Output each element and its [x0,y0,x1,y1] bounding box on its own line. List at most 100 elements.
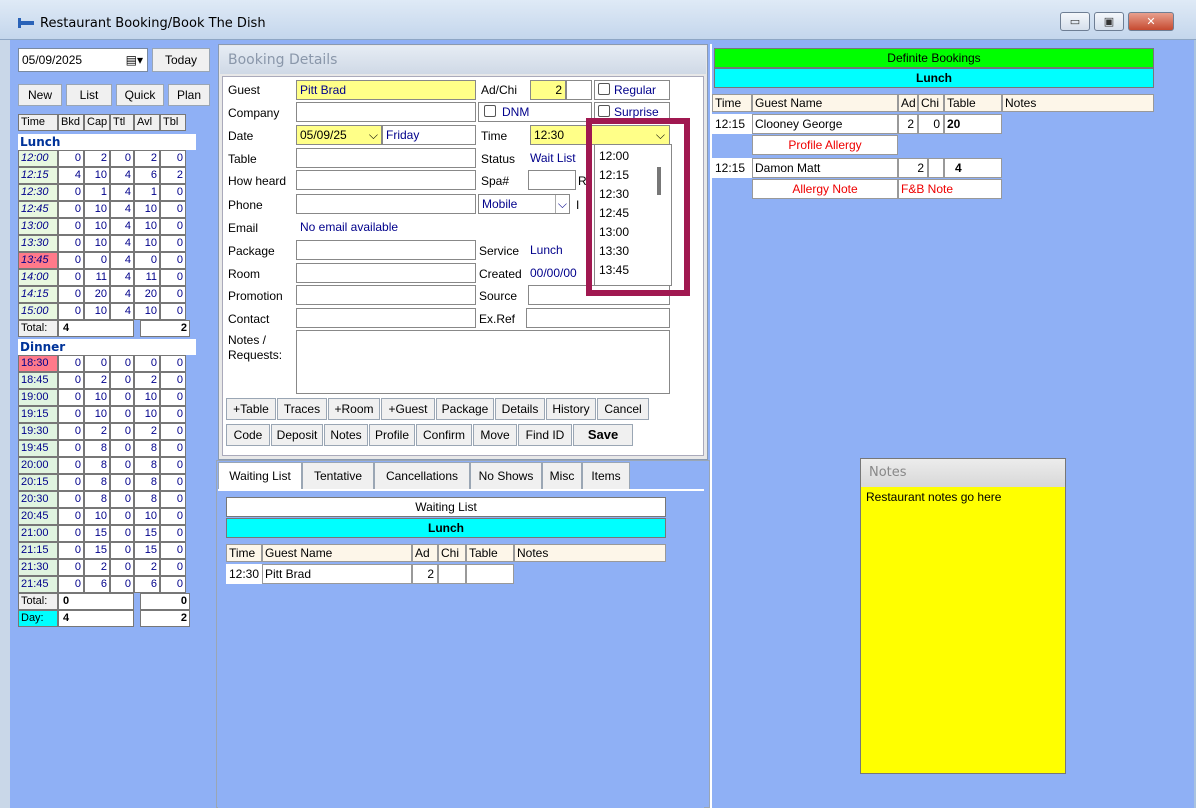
list-button[interactable]: List [66,84,112,106]
lunch-time-cell[interactable]: 14:00 [18,269,58,286]
tab-cancellations[interactable]: Cancellations [374,462,470,490]
db-row2-time[interactable]: 12:15 [712,158,752,178]
cancel-button[interactable]: Cancel [597,398,649,420]
lunch-time-cell[interactable]: 12:15 [18,167,58,184]
dinner-time-cell[interactable]: 19:30 [18,423,58,440]
dinner-time-cell[interactable]: 19:15 [18,406,58,423]
dnm-checkbox[interactable]: DNM [478,102,592,122]
close-button[interactable]: ✕ [1128,12,1174,31]
new-button[interactable]: New [18,84,62,106]
details-button[interactable]: Details [495,398,545,420]
table-field[interactable] [296,148,476,168]
lunch-value-cell: 10 [84,303,110,320]
today-button[interactable]: Today [152,48,210,72]
date-dropdown-icon[interactable]: ⌵ [369,126,378,144]
lunch-time-cell[interactable]: 14:15 [18,286,58,303]
company-field[interactable] [296,102,476,122]
db-row1-flag[interactable]: Profile Allergy [752,135,898,155]
guest-button[interactable]: +Guest [381,398,435,420]
wl-row-name[interactable]: Pitt Brad [262,564,412,584]
find-id-button[interactable]: Find ID [518,424,572,446]
package-button[interactable]: Package [436,398,494,420]
promotion-field[interactable] [296,285,476,305]
db-row2-flag1[interactable]: Allergy Note [752,179,898,199]
regular-checkbox[interactable]: Regular [594,80,670,100]
status-value[interactable]: Wait List [526,148,594,168]
guest-field[interactable]: Pitt Brad [296,80,476,100]
db-row1-name[interactable]: Clooney George [752,114,898,134]
dinner-time-cell[interactable]: 20:30 [18,491,58,508]
lunch-time-cell[interactable]: 13:00 [18,218,58,235]
confirm-button[interactable]: Confirm [416,424,472,446]
notes-button[interactable]: Notes [324,424,368,446]
lunch-time-cell[interactable]: 12:30 [18,184,58,201]
maximize-button[interactable]: ▣ [1094,12,1124,31]
restaurant-notes-box[interactable] [860,458,1066,774]
tab-items[interactable]: Items [582,462,630,490]
dinner-time-cell[interactable]: 21:00 [18,525,58,542]
dinner-value-cell: 2 [84,559,110,576]
lunch-time-cell[interactable]: 13:45 [18,252,58,269]
exref-field[interactable] [526,308,670,328]
wl-row-time[interactable]: 12:30 [226,564,262,584]
dinner-time-cell[interactable]: 20:45 [18,508,58,525]
dinner-time-cell[interactable]: 18:45 [18,372,58,389]
traces-button[interactable]: Traces [277,398,327,420]
phone-suffix: I [576,198,580,212]
lunch-value-cell: 0 [160,269,186,286]
dinner-time-cell[interactable]: 21:30 [18,559,58,576]
dinner-time-cell[interactable]: 21:15 [18,542,58,559]
minimize-button[interactable]: ▭ [1060,12,1090,31]
tab-tentative[interactable]: Tentative [302,462,374,490]
notes-header: Notes [861,459,1065,487]
room-button[interactable]: +Room [328,398,380,420]
profile-button[interactable]: Profile [369,424,415,446]
history-button[interactable]: History [546,398,596,420]
dinner-time-cell[interactable]: 20:00 [18,457,58,474]
dinner-section-label: Dinner [18,339,196,355]
dinner-value-cell: 0 [110,525,134,542]
date-picker[interactable]: 05/09/2025 ▤▾ [18,48,148,72]
contact-field[interactable] [296,308,476,328]
quick-button[interactable]: Quick [116,84,164,106]
lunch-time-cell[interactable]: 12:00 [18,150,58,167]
spa-field[interactable] [528,170,576,190]
dinner-time-cell[interactable]: 21:45 [18,576,58,593]
plan-button[interactable]: Plan [168,84,210,106]
lunch-time-cell[interactable]: 13:30 [18,235,58,252]
phone-type-select[interactable]: Mobile ⌵ [478,194,570,214]
phone-type-dropdown-icon[interactable]: ⌵ [554,195,567,213]
table-button[interactable]: +Table [226,398,276,420]
children-field[interactable] [566,80,592,100]
package-field[interactable] [296,240,476,260]
booking-date-field[interactable]: 05/09/25 ⌵ [296,125,382,145]
adults-field[interactable]: 2 [530,80,566,100]
dinner-time-cell[interactable]: 20:15 [18,474,58,491]
tab-no-shows[interactable]: No Shows [470,462,542,490]
db-row2-flag2[interactable]: F&B Note [898,179,1002,199]
dinner-value-cell: 0 [160,576,186,593]
tab-waiting-list[interactable]: Waiting List [218,462,302,490]
move-button[interactable]: Move [473,424,517,446]
room-field[interactable] [296,263,476,283]
phone-field[interactable] [296,194,476,214]
tab-misc[interactable]: Misc [542,462,582,490]
calendar-dropdown-icon[interactable]: ▤▾ [126,49,143,71]
db-row1-time[interactable]: 12:15 [712,114,752,134]
notes-requests-field[interactable] [296,330,670,394]
deposit-button[interactable]: Deposit [271,424,323,446]
notes-text[interactable]: Restaurant notes go here [866,490,1062,504]
code-button[interactable]: Code [226,424,270,446]
lunch-time-cell[interactable]: 15:00 [18,303,58,320]
wl-row-ad: 2 [412,564,438,584]
email-field[interactable]: No email available [296,217,592,237]
dinner-time-cell[interactable]: 19:45 [18,440,58,457]
exref-label: Ex.Ref [479,312,516,326]
dinner-time-cell[interactable]: 18:30 [18,355,58,372]
save-button[interactable]: Save [573,424,633,446]
lunch-time-cell[interactable]: 12:45 [18,201,58,218]
db-row2-name[interactable]: Damon Matt [752,158,898,178]
email-label: Email [228,221,259,235]
dinner-time-cell[interactable]: 19:00 [18,389,58,406]
howheard-field[interactable] [296,170,476,190]
